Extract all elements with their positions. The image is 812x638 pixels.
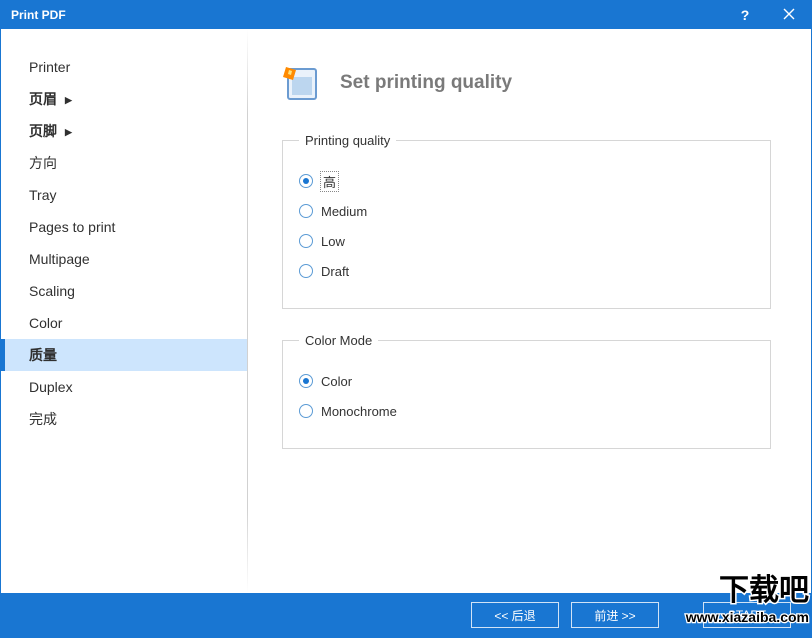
sidebar-item-printer[interactable]: Printer — [1, 51, 247, 83]
footer: << 后退 前进 >> START — [1, 593, 811, 637]
radio-icon — [299, 264, 313, 278]
help-button[interactable]: ? — [723, 1, 767, 29]
radio-color-mode-monochrome[interactable]: Monochrome — [299, 400, 754, 422]
sidebar-item-label: 质量 — [29, 345, 57, 365]
chevron-right-icon: ▶ — [65, 95, 72, 106]
sidebar-item-footer[interactable]: 页脚 ▶ — [1, 115, 247, 147]
group-color-mode: Color Mode Color Monochrome — [282, 333, 771, 449]
radio-icon — [299, 404, 313, 418]
sidebar-item-multipage[interactable]: Multipage — [1, 243, 247, 275]
sidebar-item-color[interactable]: Color — [1, 307, 247, 339]
window-title: Print PDF — [11, 8, 66, 22]
sidebar-item-duplex[interactable]: Duplex — [1, 371, 247, 403]
radio-icon — [299, 234, 313, 248]
start-button[interactable]: START — [703, 602, 791, 628]
titlebar: Print PDF ? — [1, 1, 811, 29]
radio-label: 高 — [321, 172, 338, 191]
radio-quality-low[interactable]: Low — [299, 230, 754, 252]
sidebar-item-label: Printer — [29, 59, 70, 75]
sidebar-item-label: Tray — [29, 187, 56, 203]
radio-quality-draft[interactable]: Draft — [299, 260, 754, 282]
sidebar-item-label: Duplex — [29, 379, 73, 395]
page-header: Set printing quality — [282, 63, 771, 103]
sidebar-item-label: Pages to print — [29, 219, 115, 235]
radio-icon — [299, 204, 313, 218]
back-button[interactable]: << 后退 — [471, 602, 559, 628]
body: Printer 页眉 ▶ 页脚 ▶ 方向 Tray Pages to print… — [1, 29, 811, 593]
sidebar-item-scaling[interactable]: Scaling — [1, 275, 247, 307]
group-legend: Color Mode — [299, 333, 378, 348]
radio-label: Low — [321, 234, 345, 249]
sidebar-item-label: 完成 — [29, 409, 57, 429]
sidebar-item-quality[interactable]: 质量 — [1, 339, 247, 371]
radio-label: Medium — [321, 204, 367, 219]
page-icon — [282, 63, 322, 103]
sidebar-item-label: Color — [29, 315, 62, 331]
group-legend: Printing quality — [299, 133, 396, 148]
radio-label: Draft — [321, 264, 349, 279]
radio-color-mode-color[interactable]: Color — [299, 370, 754, 392]
sidebar-item-label: 页脚 — [29, 121, 57, 141]
close-icon — [783, 8, 795, 23]
sidebar-item-label: 页眉 — [29, 89, 57, 109]
close-button[interactable] — [767, 1, 811, 29]
content: Set printing quality Printing quality 高 … — [248, 29, 811, 593]
sidebar-item-label: Multipage — [29, 251, 90, 267]
page-title: Set printing quality — [340, 72, 512, 94]
radio-quality-high[interactable]: 高 — [299, 170, 754, 192]
window: Print PDF ? Printer 页眉 ▶ 页脚 ▶ — [0, 0, 812, 638]
help-icon: ? — [741, 7, 750, 23]
radio-quality-medium[interactable]: Medium — [299, 200, 754, 222]
radio-icon — [299, 374, 313, 388]
sidebar-item-label: 方向 — [29, 153, 57, 173]
radio-icon — [299, 174, 313, 188]
next-button[interactable]: 前进 >> — [571, 602, 659, 628]
group-printing-quality: Printing quality 高 Medium Low Draft — [282, 133, 771, 309]
radio-label: Color — [321, 374, 352, 389]
radio-label: Monochrome — [321, 404, 397, 419]
sidebar-item-orientation[interactable]: 方向 — [1, 147, 247, 179]
sidebar-item-finish[interactable]: 完成 — [1, 403, 247, 435]
sidebar-item-label: Scaling — [29, 283, 75, 299]
chevron-right-icon: ▶ — [65, 127, 72, 138]
sidebar-item-tray[interactable]: Tray — [1, 179, 247, 211]
sidebar-item-header[interactable]: 页眉 ▶ — [1, 83, 247, 115]
sidebar-item-pages-to-print[interactable]: Pages to print — [1, 211, 247, 243]
sidebar: Printer 页眉 ▶ 页脚 ▶ 方向 Tray Pages to print… — [1, 29, 247, 593]
